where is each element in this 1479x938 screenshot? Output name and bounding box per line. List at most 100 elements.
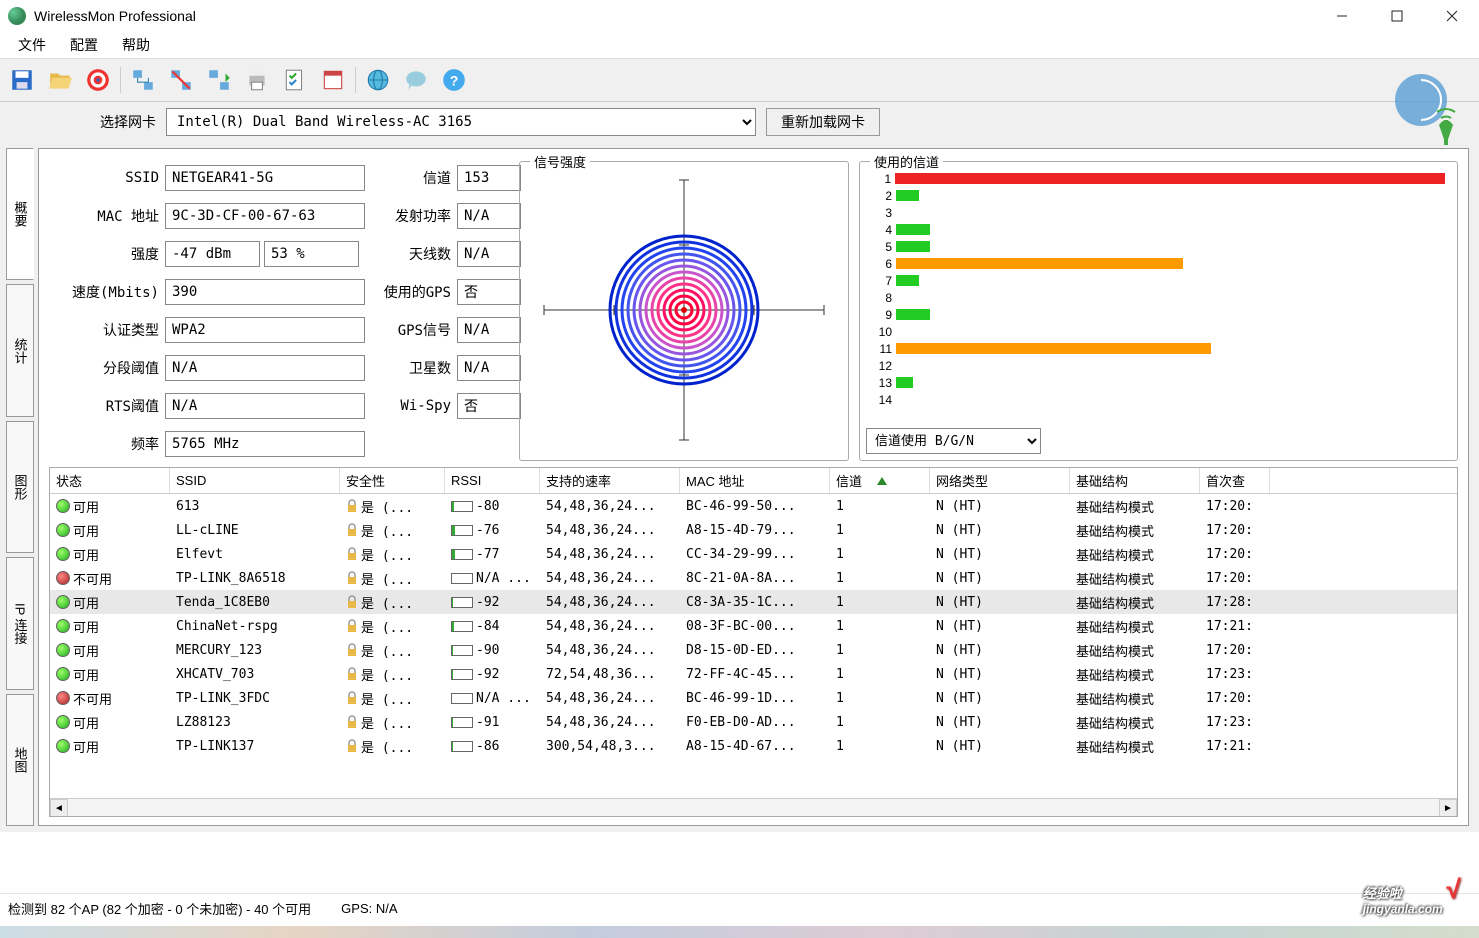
- nic-label: 选择网卡: [100, 112, 156, 132]
- col-status[interactable]: 状态: [50, 468, 170, 493]
- speed-value: 390: [165, 279, 365, 305]
- table-row[interactable]: 可用Tenda_1C8EB0 是 (... -9254,48,36,24...C…: [50, 590, 1457, 614]
- channel-bar-row: 14: [872, 391, 1445, 408]
- lock-icon: [346, 739, 358, 753]
- close-button[interactable]: [1424, 0, 1479, 32]
- lock-icon: [346, 715, 358, 729]
- menu-config[interactable]: 配置: [58, 32, 110, 58]
- ssid-value: NETGEAR41-5G: [165, 165, 365, 191]
- table-row[interactable]: 可用MERCURY_123 是 (... -9054,48,36,24...D8…: [50, 638, 1457, 662]
- col-infra[interactable]: 基础结构: [1070, 468, 1200, 493]
- print-icon[interactable]: [241, 64, 273, 96]
- globe-icon[interactable]: [362, 64, 394, 96]
- status-dot-icon: [56, 715, 70, 729]
- nic-selector-row: 选择网卡 Intel(R) Dual Band Wireless-AC 3165…: [0, 102, 1479, 142]
- table-body[interactable]: 可用613 是 (... -8054,48,36,24...BC-46-99-5…: [50, 494, 1457, 798]
- channel-bar-row: 13: [872, 374, 1445, 391]
- table-row[interactable]: 可用Elfevt 是 (... -7754,48,36,24...CC-34-2…: [50, 542, 1457, 566]
- freq-label: 频率: [49, 434, 159, 454]
- tab-map[interactable]: 地图: [6, 694, 34, 826]
- side-tabs: 概要 统计 图形 IP 连接 地图: [6, 148, 34, 826]
- rssi-bar-icon: [451, 549, 473, 560]
- channel-mode-select[interactable]: 信道使用 B/G/N: [866, 428, 1041, 454]
- tab-stats[interactable]: 统计: [6, 284, 34, 416]
- status-gps: GPS: N/A: [341, 901, 397, 916]
- maximize-button[interactable]: [1369, 0, 1424, 32]
- tab-summary[interactable]: 概要: [6, 148, 34, 280]
- status-dot-icon: [56, 499, 70, 513]
- checklist-icon[interactable]: [279, 64, 311, 96]
- status-dot-icon: [56, 595, 70, 609]
- network3-icon[interactable]: [203, 64, 235, 96]
- menu-file[interactable]: 文件: [6, 32, 58, 58]
- wispy-label: Wi-Spy: [371, 398, 451, 414]
- col-security[interactable]: 安全性: [340, 468, 445, 493]
- col-ssid[interactable]: SSID: [170, 468, 340, 493]
- target-icon[interactable]: [82, 64, 114, 96]
- network2-icon[interactable]: [165, 64, 197, 96]
- radar-icon: [534, 175, 834, 445]
- col-rate[interactable]: 支持的速率: [540, 468, 680, 493]
- sat-value: N/A: [457, 355, 521, 381]
- gps-value: 否: [457, 279, 521, 305]
- lock-icon: [346, 619, 358, 633]
- minimize-button[interactable]: [1314, 0, 1369, 32]
- window-title: WirelessMon Professional: [34, 8, 196, 24]
- channel-bar-row: 4: [872, 221, 1445, 238]
- antenna-value: N/A: [457, 241, 521, 267]
- scroll-left-icon[interactable]: ◄: [50, 799, 68, 817]
- channel-bar-row: 1: [872, 170, 1445, 187]
- chat-icon[interactable]: [400, 64, 432, 96]
- table-row[interactable]: 可用TP-LINK137 是 (... -86300,54,48,3...A8-…: [50, 734, 1457, 758]
- table-row[interactable]: 可用LL-cLINE 是 (... -7654,48,36,24...A8-15…: [50, 518, 1457, 542]
- watermark: 经验啦 jingyanla.com √: [1363, 874, 1459, 916]
- channel-bar-row: 2: [872, 187, 1445, 204]
- hscrollbar[interactable]: ◄ ►: [50, 798, 1457, 816]
- rssi-bar-icon: [451, 693, 473, 704]
- info-fields: SSID NETGEAR41-5G 信道 153 MAC 地址 9C-3D-CF…: [49, 161, 509, 461]
- ap-table: 状态 SSID 安全性 RSSI 支持的速率 MAC 地址 信道 网络类型 基础…: [49, 467, 1458, 817]
- gps-signal-value: N/A: [457, 317, 521, 343]
- menu-bar: 文件 配置 帮助: [0, 32, 1479, 58]
- menu-help[interactable]: 帮助: [110, 32, 162, 58]
- rssi-bar-icon: [451, 669, 473, 680]
- col-channel[interactable]: 信道: [830, 468, 930, 493]
- channel-bar-row: 11: [872, 340, 1445, 357]
- open-icon[interactable]: [44, 64, 76, 96]
- status-dot-icon: [56, 547, 70, 561]
- svg-text:?: ?: [450, 72, 459, 88]
- table-row[interactable]: 可用613 是 (... -8054,48,36,24...BC-46-99-5…: [50, 494, 1457, 518]
- scroll-right-icon[interactable]: ►: [1439, 799, 1457, 817]
- lock-icon: [346, 571, 358, 585]
- tab-graph[interactable]: 图形: [6, 421, 34, 553]
- help-icon[interactable]: ?: [438, 64, 470, 96]
- lock-icon: [346, 667, 358, 681]
- status-dot-icon: [56, 643, 70, 657]
- save-icon[interactable]: [6, 64, 38, 96]
- network1-icon[interactable]: [127, 64, 159, 96]
- strength-label: 强度: [49, 244, 159, 264]
- channels-panel: 使用的信道 1234567891011121314 信道使用 B/G/N: [859, 161, 1458, 461]
- channel-bar-row: 10: [872, 323, 1445, 340]
- table-row[interactable]: 不可用TP-LINK_8A6518 是 (... N/A ...54,48,36…: [50, 566, 1457, 590]
- tab-ip-conn[interactable]: IP 连接: [6, 557, 34, 689]
- col-first-seen[interactable]: 首次查: [1200, 468, 1270, 493]
- frag-label: 分段阈值: [49, 358, 159, 378]
- title-bar: WirelessMon Professional: [0, 0, 1479, 32]
- table-row[interactable]: 可用XHCATV_703 是 (... -9272,54,48,36...72-…: [50, 662, 1457, 686]
- rts-value: N/A: [165, 393, 365, 419]
- mac-value: 9C-3D-CF-00-67-63: [165, 203, 365, 229]
- col-type[interactable]: 网络类型: [930, 468, 1070, 493]
- table-row[interactable]: 可用LZ88123 是 (... -9154,48,36,24...F0-EB-…: [50, 710, 1457, 734]
- signal-panel: 信号强度: [519, 161, 849, 461]
- table-row[interactable]: 不可用TP-LINK_3FDC 是 (... N/A ...54,48,36,2…: [50, 686, 1457, 710]
- speed-label: 速度(Mbits): [49, 282, 159, 302]
- calendar-icon[interactable]: [317, 64, 349, 96]
- reload-nic-button[interactable]: 重新加载网卡: [766, 108, 880, 136]
- col-rssi[interactable]: RSSI: [445, 468, 540, 493]
- channel-bar-row: 12: [872, 357, 1445, 374]
- table-row[interactable]: 可用ChinaNet-rspg 是 (... -8454,48,36,24...…: [50, 614, 1457, 638]
- nic-select[interactable]: Intel(R) Dual Band Wireless-AC 3165: [166, 108, 756, 136]
- col-mac[interactable]: MAC 地址: [680, 468, 830, 493]
- txpower-label: 发射功率: [371, 206, 451, 226]
